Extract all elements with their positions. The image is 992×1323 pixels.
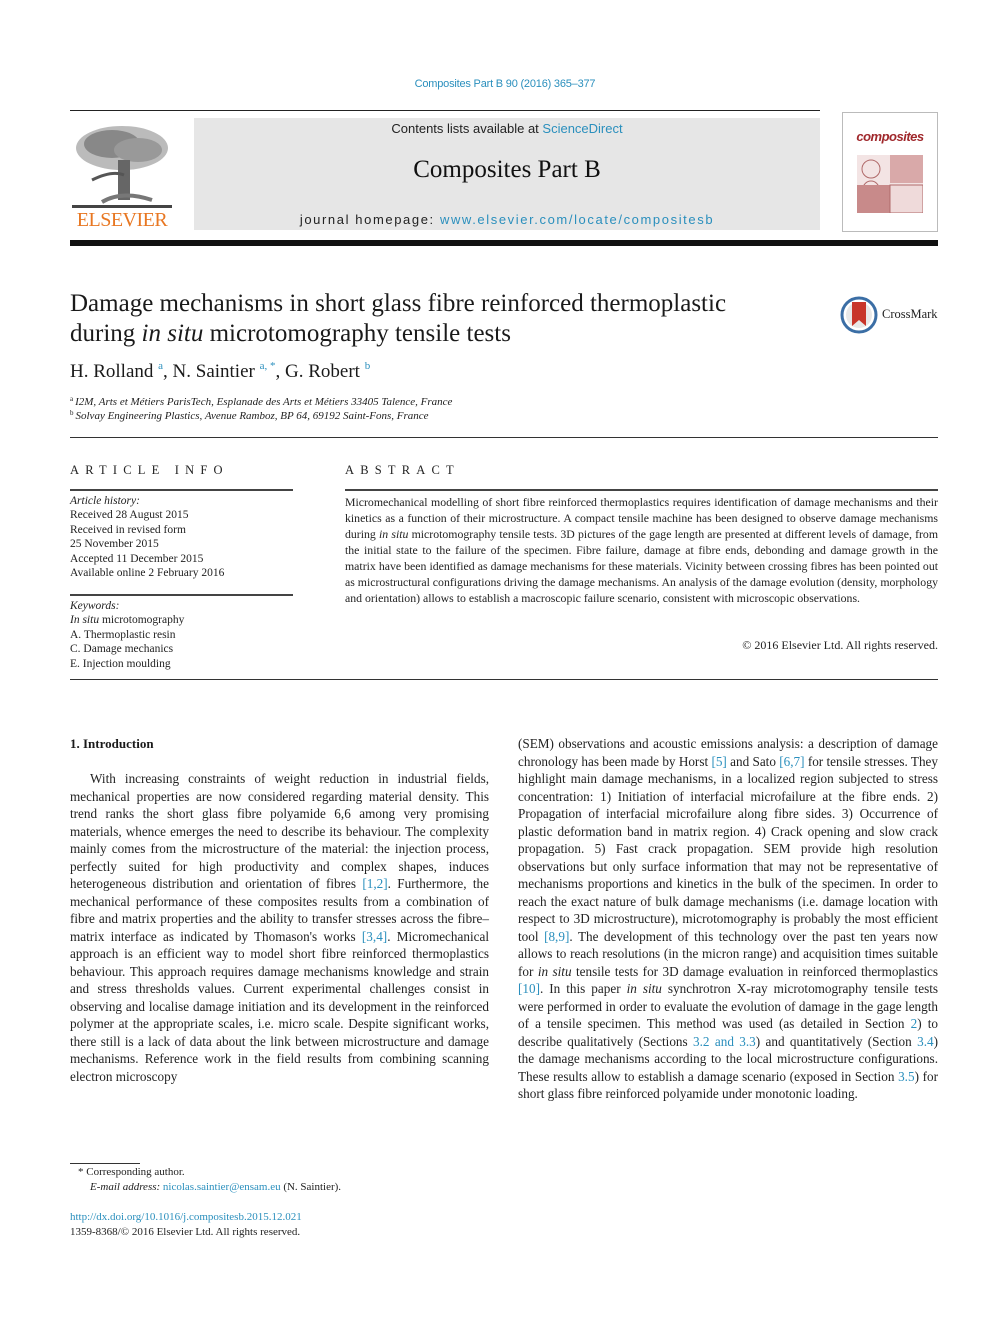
divider	[70, 437, 938, 438]
author-affil-mark[interactable]: a	[158, 360, 163, 372]
author-name[interactable]: N. Saintier	[173, 361, 255, 382]
section-link[interactable]: 3.2 and 3.3	[693, 1034, 756, 1049]
affiliation: b Solvay Engineering Plastics, Avenue Ram…	[70, 409, 429, 422]
body-text: . Micromechanical approach is an efficie…	[70, 928, 489, 1084]
history-item: Available online 2 February 2016	[70, 567, 225, 580]
author-affil-mark[interactable]: b	[365, 360, 371, 372]
journal-title: Composites Part B	[413, 156, 601, 183]
body-column-left: With increasing constraints of weight re…	[70, 770, 489, 1085]
reference-link[interactable]: [1,2]	[362, 876, 387, 891]
history-item: Received in revised form	[70, 523, 186, 536]
homepage-prefix: journal homepage:	[299, 212, 440, 227]
cover-art-icon	[857, 155, 923, 213]
title-text: microtomography tensile tests	[203, 320, 511, 347]
author-list: H. Rolland a, N. Saintier a, *, G. Rober…	[70, 360, 371, 382]
affil-text: Solvay Engineering Plastics, Avenue Ramb…	[75, 410, 429, 422]
title-italic: in situ	[141, 320, 204, 347]
keyword-italic: In situ	[70, 614, 100, 627]
history-item: Accepted 11 December 2015	[70, 552, 204, 565]
article-title: Damage mechanisms in short glass fibre r…	[70, 289, 810, 349]
journal-citation[interactable]: Composites Part B 90 (2016) 365–377	[0, 78, 992, 90]
keywords: Keywords: In situ microtomography A. The…	[70, 599, 184, 671]
header-thick-rule	[70, 240, 938, 246]
keyword-item: C. Damage mechanics	[70, 643, 174, 656]
homepage-line: journal homepage: www.elsevier.com/locat…	[194, 212, 820, 227]
crossmark-label: CrossMark	[882, 307, 938, 321]
abstract-italic: in situ	[379, 527, 409, 541]
abstract-part: microtomography tensile tests. 3D pictur…	[345, 527, 939, 605]
divider	[70, 594, 293, 596]
crossmark-badge[interactable]: CrossMark	[840, 296, 940, 336]
divider	[70, 679, 938, 680]
journal-banner: Contents lists available at ScienceDirec…	[194, 118, 820, 230]
doi-link[interactable]: http://dx.doi.org/10.1016/j.compositesb.…	[70, 1211, 302, 1223]
elsevier-wordmark: ELSEVIER	[76, 209, 168, 231]
header-rule	[70, 110, 820, 111]
body-text: . In this paper	[539, 981, 627, 996]
keyword-item: In situ microtomography	[70, 613, 184, 627]
keyword-item: E. Injection moulding	[70, 657, 171, 670]
author-affil-mark[interactable]: a, *	[260, 360, 276, 372]
email-label: E-mail address:	[90, 1181, 163, 1193]
history-label: Article history:	[70, 495, 140, 507]
divider	[345, 489, 938, 491]
body-italic: in situ	[626, 981, 662, 996]
article-history: Article history: Received 28 August 2015…	[70, 494, 224, 580]
reference-link[interactable]: [3,4]	[362, 929, 387, 944]
elsevier-logo[interactable]: ELSEVIER	[68, 118, 176, 232]
sciencedirect-link[interactable]: ScienceDirect	[542, 121, 622, 136]
affil-mark: a	[70, 395, 74, 403]
keyword-item: A. Thermoplastic resin	[70, 628, 176, 641]
divider	[70, 489, 293, 491]
title-line-2: during in situ microtomography tensile t…	[70, 319, 810, 349]
body-text: tensile tests for 3D damage evaluation i…	[571, 963, 938, 979]
doi-link-row: http://dx.doi.org/10.1016/j.compositesb.…	[70, 1211, 302, 1223]
journal-cover[interactable]: composites	[842, 112, 938, 232]
reference-link[interactable]: [5]	[711, 754, 726, 769]
section-heading-introduction: 1. Introduction	[70, 736, 154, 751]
email-note: E-mail address: nicolas.saintier@ensam.e…	[90, 1181, 341, 1193]
body-text: and Sato	[726, 753, 780, 769]
body-italic: in situ	[537, 963, 572, 979]
abstract-heading: ABSTRACT	[345, 463, 460, 477]
homepage-link[interactable]: www.elsevier.com/locate/compositesb	[440, 212, 714, 227]
title-text: during	[70, 320, 142, 347]
crossmark-icon	[840, 296, 878, 334]
body-text: ) and quantitatively (Section	[755, 1033, 918, 1049]
affiliation: a I2M, Arts et Métiers ParisTech, Esplana…	[70, 395, 452, 408]
elsevier-tree-icon	[72, 120, 172, 212]
affil-mark: b	[70, 409, 74, 417]
section-link[interactable]: 3.5	[898, 1069, 914, 1084]
reference-link[interactable]: [10]	[518, 981, 540, 996]
history-item: 25 November 2015	[70, 538, 159, 551]
abstract-text: Micromechanical modelling of short fibre…	[345, 494, 938, 606]
contents-line: Contents lists available at ScienceDirec…	[194, 121, 820, 136]
article-info-heading: ARTICLE INFO	[70, 463, 229, 477]
author-name[interactable]: G. Robert	[285, 361, 360, 382]
corresponding-author-note: * Corresponding author.	[78, 1166, 185, 1178]
email-link[interactable]: nicolas.saintier@ensam.eu	[163, 1181, 281, 1193]
keywords-label: Keywords:	[70, 600, 120, 612]
affil-text: I2M, Arts et Métiers ParisTech, Esplanad…	[75, 396, 453, 408]
footnote-rule	[70, 1163, 140, 1164]
email-suffix: (N. Saintier).	[280, 1181, 342, 1193]
body-text: for tensile stresses. They highlight mai…	[518, 753, 938, 944]
keyword-text: microtomography	[99, 614, 185, 627]
title-line-1: Damage mechanisms in short glass fibre r…	[70, 290, 727, 317]
body-column-right: (SEM) observations and acoustic emission…	[518, 735, 938, 1103]
body-text: With increasing constraints of weight re…	[70, 771, 489, 891]
author-name[interactable]: H. Rolland	[70, 361, 153, 382]
abstract-copyright: © 2016 Elsevier Ltd. All rights reserved…	[742, 638, 938, 652]
history-item: Received 28 August 2015	[70, 509, 189, 522]
issn-copyright: 1359-8368/© 2016 Elsevier Ltd. All right…	[70, 1226, 301, 1238]
contents-prefix: Contents lists available at	[391, 121, 543, 136]
cover-title: composites	[856, 129, 924, 144]
reference-link[interactable]: [6,7]	[779, 754, 804, 769]
reference-link[interactable]: [8,9]	[544, 929, 569, 944]
section-link[interactable]: 3.4	[917, 1034, 933, 1049]
